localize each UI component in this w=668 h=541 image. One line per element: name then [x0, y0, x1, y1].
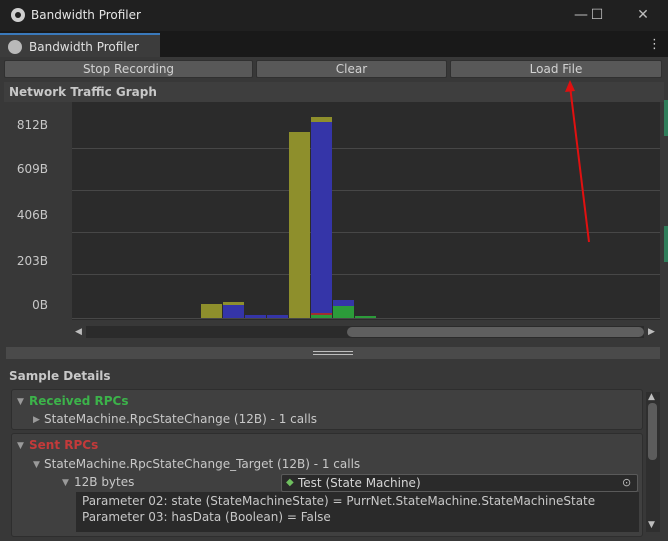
annotation-arrow [565, 80, 590, 243]
annotation-arrow-line [569, 85, 590, 243]
annotation-arrow-head [565, 80, 575, 92]
